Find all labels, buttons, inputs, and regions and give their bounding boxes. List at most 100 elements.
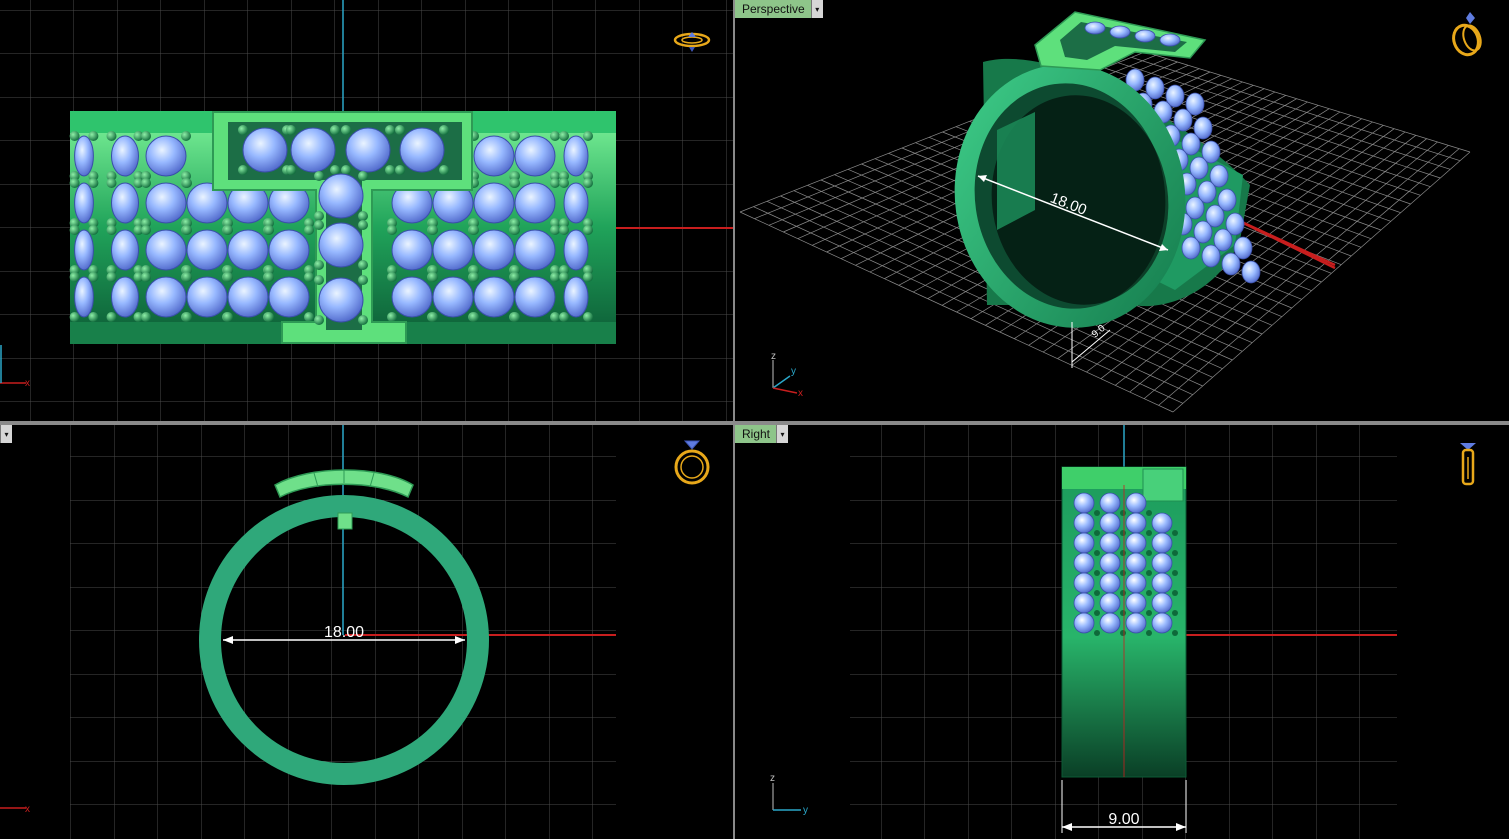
prong [559,131,569,141]
viewport-right[interactable]: 9.00 z y Right ▾ [735,425,1509,839]
tab-front[interactable]: ▾ [0,425,12,443]
stone [1159,33,1181,47]
stone [1151,612,1173,634]
prong [550,272,560,282]
prong [358,171,368,181]
stone [473,182,515,224]
prong [1146,610,1152,616]
front-view-canvas: 18.00 x [0,425,616,839]
prong [88,272,99,282]
stone [1073,552,1095,574]
prong [1146,630,1152,636]
prong [304,272,314,282]
viewport-perspective[interactable]: 18.00 9.0 z y x Perspective ▾ [735,0,1509,421]
prong [1120,510,1126,516]
stone [111,229,139,271]
prong [1146,550,1152,556]
perspective-canvas: 18.00 9.0 z y x [739,11,1471,413]
prong [69,131,80,141]
prong [395,125,405,135]
stone [1073,592,1095,614]
ring-top-view-icon[interactable] [672,28,712,54]
prong [387,312,397,322]
prong [1094,510,1100,516]
stone [1151,512,1173,534]
axis-z-label: z [770,773,775,784]
prong [1120,630,1126,636]
prong [559,178,569,188]
prong [182,272,192,282]
prong [510,312,520,322]
stone [227,276,269,318]
prong [141,131,151,141]
stone [399,127,445,173]
stone [268,229,310,271]
prong [428,312,438,322]
stone [268,276,310,318]
prong [314,171,324,181]
stone [1125,492,1147,514]
stone [318,277,364,323]
stone [1125,512,1147,534]
prong [559,225,569,235]
prong [358,315,368,325]
prong [385,165,395,175]
prong [469,312,479,322]
tab-right[interactable]: Right ▾ [735,425,789,443]
stone [473,135,515,177]
prong [106,272,117,282]
stone [1084,21,1106,35]
prong [238,125,248,135]
prong [314,260,324,270]
chevron-down-icon[interactable]: ▾ [810,0,823,18]
stone [1109,25,1131,39]
stone [514,276,556,318]
prong [510,131,520,141]
ring-side-view-icon[interactable] [1457,435,1479,487]
stone [1073,512,1095,534]
viewport-front[interactable]: 18.00 x ▾ [0,425,733,839]
stone [1125,592,1147,614]
stone [111,182,139,224]
prong [583,312,593,322]
stone [111,276,139,318]
prong [1120,590,1126,596]
stone [227,229,269,271]
axis-x-label: x [25,804,30,815]
chevron-down-icon[interactable]: ▾ [0,425,12,443]
ring-front-view-icon[interactable] [672,435,712,487]
stone [514,229,556,271]
stone [74,135,94,177]
prong [428,225,438,235]
prong [1146,530,1152,536]
prong [88,312,99,322]
stone [1151,532,1173,554]
prong [286,165,296,175]
stone [290,127,336,173]
stone [1099,532,1121,554]
viewport-top[interactable]: x [0,0,733,421]
stone [145,276,187,318]
chevron-down-icon[interactable]: ▾ [776,425,789,443]
stone [563,135,589,177]
ring-perspective-icon[interactable] [1450,10,1486,60]
axis-x-label: x [25,378,30,389]
axis-y-label: y [803,805,808,816]
prong [583,178,593,188]
stone [74,229,94,271]
prong [1094,550,1100,556]
prong [583,131,593,141]
stone [74,276,94,318]
prong [1146,510,1152,516]
top-view-canvas: x [0,0,733,421]
prong [1094,590,1100,596]
prong [141,178,151,188]
stone [1099,512,1121,534]
stone [1073,612,1095,634]
prong [1120,530,1126,536]
right-view-canvas: 9.00 z y [770,425,1397,839]
prong [330,125,340,135]
stone [1073,572,1095,594]
tab-perspective[interactable]: Perspective ▾ [735,0,823,18]
stone [1181,236,1201,260]
